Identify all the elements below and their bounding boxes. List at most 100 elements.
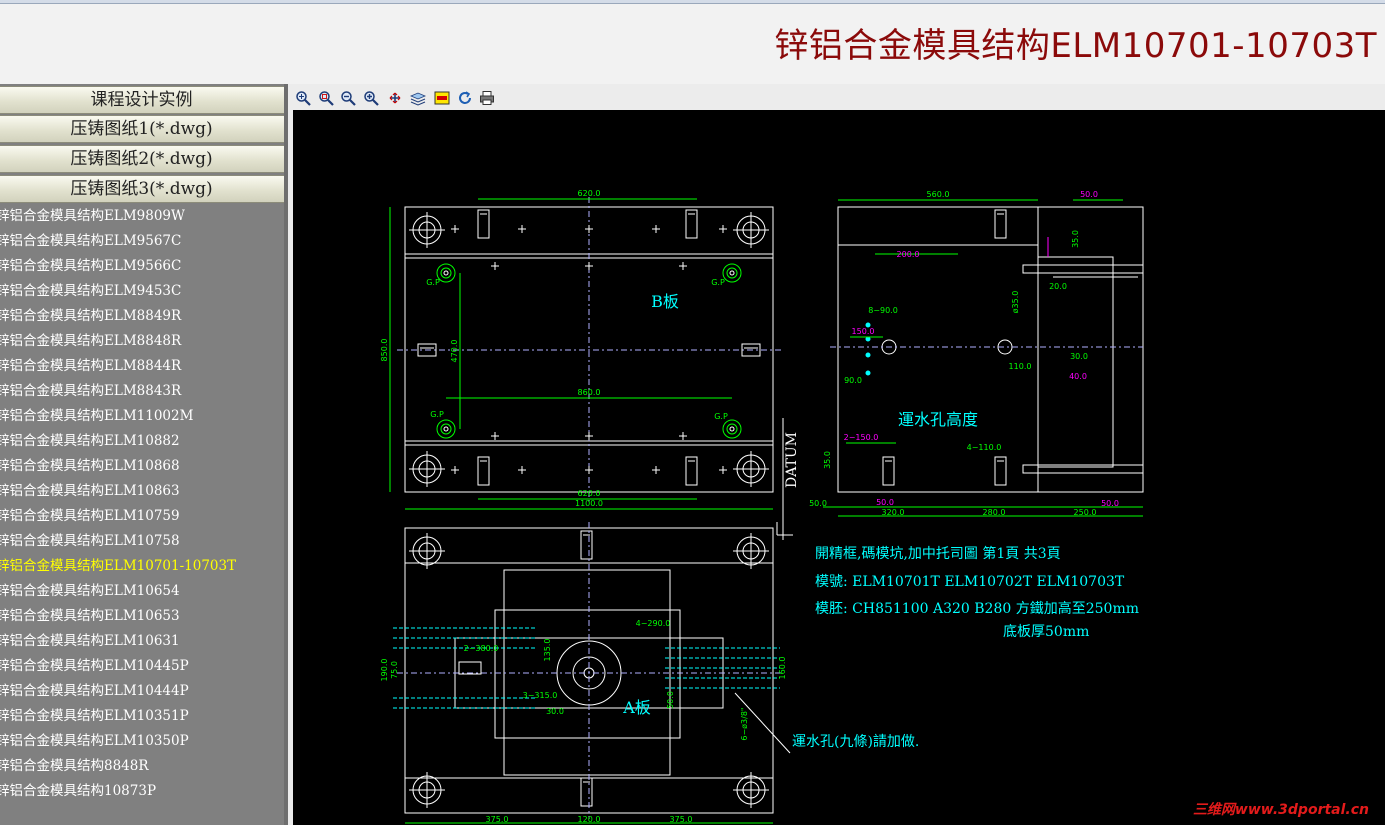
- zoom-in-button[interactable]: [362, 89, 380, 107]
- water-point: [865, 370, 871, 376]
- sidebar-item[interactable]: 锌铝合金模具结构ELM8843R: [0, 379, 181, 404]
- sidebar-item[interactable]: 锌铝合金模具结构ELM10351P: [0, 704, 189, 729]
- layers-button[interactable]: [409, 89, 427, 107]
- sidebar-item[interactable]: 锌铝合金模具结构ELM10868: [0, 454, 180, 479]
- dimension-label: 190.0: [380, 659, 389, 682]
- a-plate-slot: [458, 661, 482, 675]
- dimension-label: 35.0: [1071, 230, 1080, 248]
- category-button-drawings-2[interactable]: 压铸图纸2(*.dwg): [0, 145, 287, 173]
- gp-label: G.P: [714, 412, 728, 421]
- sidebar-item[interactable]: 锌铝合金模具结构ELM10444P: [0, 679, 189, 704]
- sidebar-item[interactable]: 锌铝合金模具结构ELM10445P: [0, 654, 189, 679]
- guide-pin-inner: [440, 423, 452, 435]
- dimension-label: 50.0: [876, 498, 894, 507]
- dimension-label: 3−315.0: [523, 691, 558, 700]
- a-plate-label: A板: [622, 698, 651, 717]
- zoom-extents-icon: [296, 91, 311, 106]
- sidebar-item[interactable]: 锌铝合金模具结构ELM9566C: [0, 254, 181, 279]
- dimension-label: 150.0: [852, 327, 875, 336]
- a-plate-insert: [494, 609, 681, 739]
- category-button-drawings-3[interactable]: 压铸图纸3(*.dwg): [0, 175, 287, 203]
- dimension-label: ø35.0: [1011, 291, 1020, 314]
- layers-icon: [410, 92, 426, 106]
- guide-pin-core: [443, 426, 449, 432]
- dimension-label: 320.0: [882, 508, 905, 517]
- dimension-label: 560.0: [927, 190, 950, 199]
- sidebar: 课程设计实例 压铸图纸1(*.dwg) 压铸图纸2(*.dwg) 压铸图纸3(*…: [0, 84, 288, 825]
- background-color-button[interactable]: [433, 89, 451, 107]
- zoom-in-icon: [364, 91, 379, 106]
- dimension-label: 250.0: [1074, 508, 1097, 517]
- sidebar-item[interactable]: 锌铝合金模具结构ELM9453C: [0, 279, 181, 304]
- dimension-label: 860.0: [578, 388, 601, 397]
- sidebar-item[interactable]: 锌铝合金模具结构ELM10863: [0, 479, 180, 504]
- cad-drawing: G.P G.PG.P G.PB板620.0620.01100.0850.0 470.0…: [380, 189, 1144, 824]
- water-point: [865, 352, 871, 358]
- dimension-label: 8−90.0: [868, 306, 898, 315]
- water-note: 運水孔(九條)請加做.: [792, 734, 919, 750]
- refresh-button[interactable]: [456, 89, 474, 107]
- sidebar-item[interactable]: 锌铝合金模具结构ELM10350P: [0, 729, 189, 754]
- sidebar-item[interactable]: 锌铝合金模具结构ELM10701-10703T: [0, 554, 236, 579]
- sidebar-item[interactable]: 锌铝合金模具结构ELM10631: [0, 629, 180, 654]
- sidebar-item[interactable]: 锌铝合金模具结构ELM10759: [0, 504, 180, 529]
- guide-pin-inner: [440, 267, 452, 279]
- dimension-label: 50.0: [1101, 499, 1119, 508]
- print-button[interactable]: [478, 89, 496, 107]
- gp-label: G.P: [430, 410, 444, 419]
- dimension-label: 850.0: [380, 339, 389, 362]
- dimension-label: 4−110.0: [967, 443, 1002, 452]
- sidebar-item[interactable]: 锌铝合金模具结构ELM10654: [0, 579, 180, 604]
- dimension-label: 50.0: [809, 499, 827, 508]
- sidebar-item[interactable]: 锌铝合金模具结构ELM8849R: [0, 304, 181, 329]
- category-button-drawings-1[interactable]: 压铸图纸1(*.dwg): [0, 115, 287, 143]
- side-view-pin: [1022, 464, 1144, 474]
- dimension-label: 50.0: [1080, 190, 1098, 199]
- dimension-label: 90.0: [844, 376, 862, 385]
- sidebar-item[interactable]: 锌铝合金模具结构8848R: [0, 754, 149, 779]
- dimension-label: 2−150.0: [844, 433, 879, 442]
- category-button-course-examples[interactable]: 课程设计实例: [0, 86, 287, 114]
- note-line: 模號: ELM10701T ELM10702T ELM10703T: [815, 574, 1125, 590]
- sidebar-item[interactable]: 锌铝合金模具结构ELM8848R: [0, 329, 181, 354]
- gp-label: G.P: [426, 278, 440, 287]
- dimension-label: 40.0: [1069, 372, 1087, 381]
- sidebar-item[interactable]: 锌铝合金模具结构ELM10758: [0, 529, 180, 554]
- pan-icon: [389, 92, 401, 104]
- sidebar-item[interactable]: 锌铝合金模具结构ELM9567C: [0, 229, 181, 254]
- dimension-label: 620.0: [578, 189, 601, 198]
- guide-pin-core: [443, 270, 449, 276]
- dimension-label: 35.0: [823, 451, 832, 469]
- sidebar-item[interactable]: 锌铝合金模具结构ELM10882: [0, 429, 180, 454]
- zoom-window-button[interactable]: [317, 89, 335, 107]
- dimension-label: 110.0: [1009, 362, 1032, 371]
- water-note: 運水孔高度: [898, 410, 978, 429]
- sidebar-item[interactable]: 锌铝合金模具结构ELM8844R: [0, 354, 181, 379]
- dimension-label: 6−ø3/8": [740, 707, 749, 740]
- guide-pin: [436, 419, 456, 439]
- pan-button[interactable]: [386, 89, 404, 107]
- zoom-out-button[interactable]: [339, 89, 357, 107]
- zoom-extents-button[interactable]: [294, 89, 312, 107]
- sidebar-item[interactable]: 锌铝合金模具结构10873P: [0, 779, 156, 804]
- sidebar-scrollbar[interactable]: [284, 84, 288, 825]
- sidebar-item[interactable]: 锌铝合金模具结构ELM10653: [0, 604, 180, 629]
- guide-pin-inner: [726, 267, 738, 279]
- side-view-top-plate: [837, 206, 1039, 246]
- dimension-label: 280.0: [983, 508, 1006, 517]
- note-line: 底板厚50mm: [1003, 624, 1089, 640]
- dimension-label: 4−290.0: [636, 619, 671, 628]
- viewer-toolbar: [289, 86, 1385, 108]
- sidebar-item[interactable]: 锌铝合金模具结构ELM9809W: [0, 204, 185, 229]
- zoom-out-icon: [341, 91, 356, 106]
- guide-pin: [722, 419, 742, 439]
- watermark: 三维网www.3dportal.cn: [1192, 802, 1369, 818]
- dimension-label: 135.0: [543, 639, 552, 662]
- gp-label: G.P: [711, 278, 725, 287]
- sidebar-item[interactable]: 锌铝合金模具结构ELM11002M: [0, 404, 193, 429]
- dimension-label: 120.0: [578, 815, 601, 824]
- drawing-canvas[interactable]: G.P G.P G.P G.P B板 620.0 620.0 1100.0 850.0 470.0…: [293, 110, 1385, 825]
- background-color-icon: [434, 91, 450, 105]
- side-view-pin: [1022, 264, 1144, 274]
- page-title: 锌铝合金模具结构ELM10701-10703T: [774, 26, 1377, 66]
